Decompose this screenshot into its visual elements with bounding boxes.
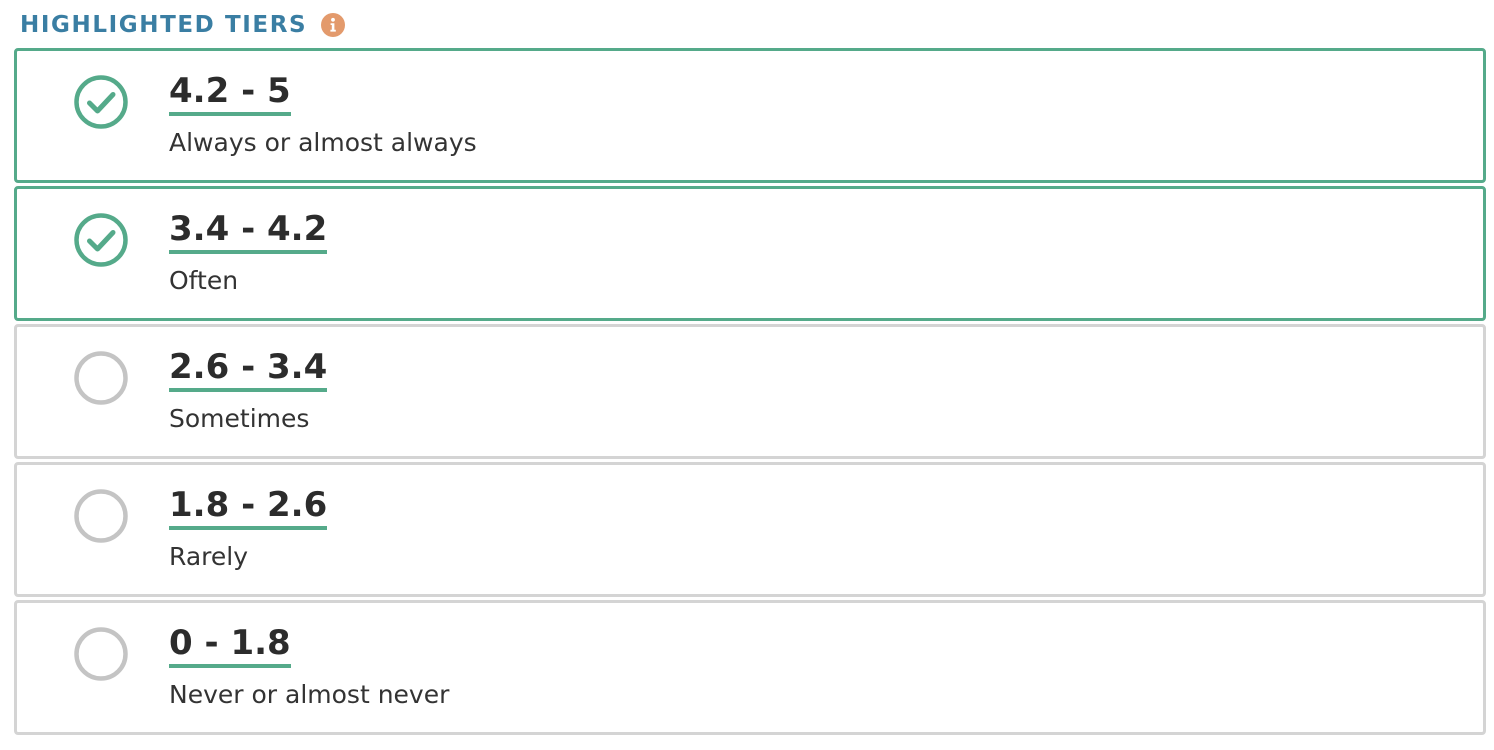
checked-circle-icon — [73, 74, 129, 130]
tier-label: Always or almost always — [169, 128, 477, 157]
tier-label: Often — [169, 266, 239, 295]
tier-option[interactable]: 3.4 - 4.2 Often — [14, 186, 1486, 321]
info-icon[interactable] — [321, 13, 346, 37]
tier-option[interactable]: 2.6 - 3.4 Sometimes — [14, 324, 1486, 459]
tier-range: 2.6 - 3.4 — [169, 347, 328, 392]
tier-list: 4.2 - 5 Always or almost always 3.4 - 4.… — [14, 48, 1486, 738]
checked-circle-icon — [73, 212, 129, 268]
tier-range: 4.2 - 5 — [169, 71, 291, 116]
tier-option[interactable]: 1.8 - 2.6 Rarely — [14, 462, 1486, 597]
tier-label: Never or almost never — [169, 680, 450, 709]
tier-option[interactable]: 0 - 1.8 Never or almost never — [14, 600, 1486, 735]
tier-label: Rarely — [169, 542, 248, 571]
tier-range: 1.8 - 2.6 — [169, 485, 328, 530]
empty-circle-icon — [73, 488, 129, 544]
section-header: HIGHLIGHTED TIERS — [20, 9, 346, 41]
section-title: HIGHLIGHTED TIERS — [20, 12, 308, 38]
tier-range: 3.4 - 4.2 — [169, 209, 328, 254]
tier-label: Sometimes — [169, 404, 310, 433]
empty-circle-icon — [73, 350, 129, 406]
tier-range: 0 - 1.8 — [169, 623, 291, 668]
tier-option[interactable]: 4.2 - 5 Always or almost always — [14, 48, 1486, 183]
empty-circle-icon — [73, 626, 129, 682]
